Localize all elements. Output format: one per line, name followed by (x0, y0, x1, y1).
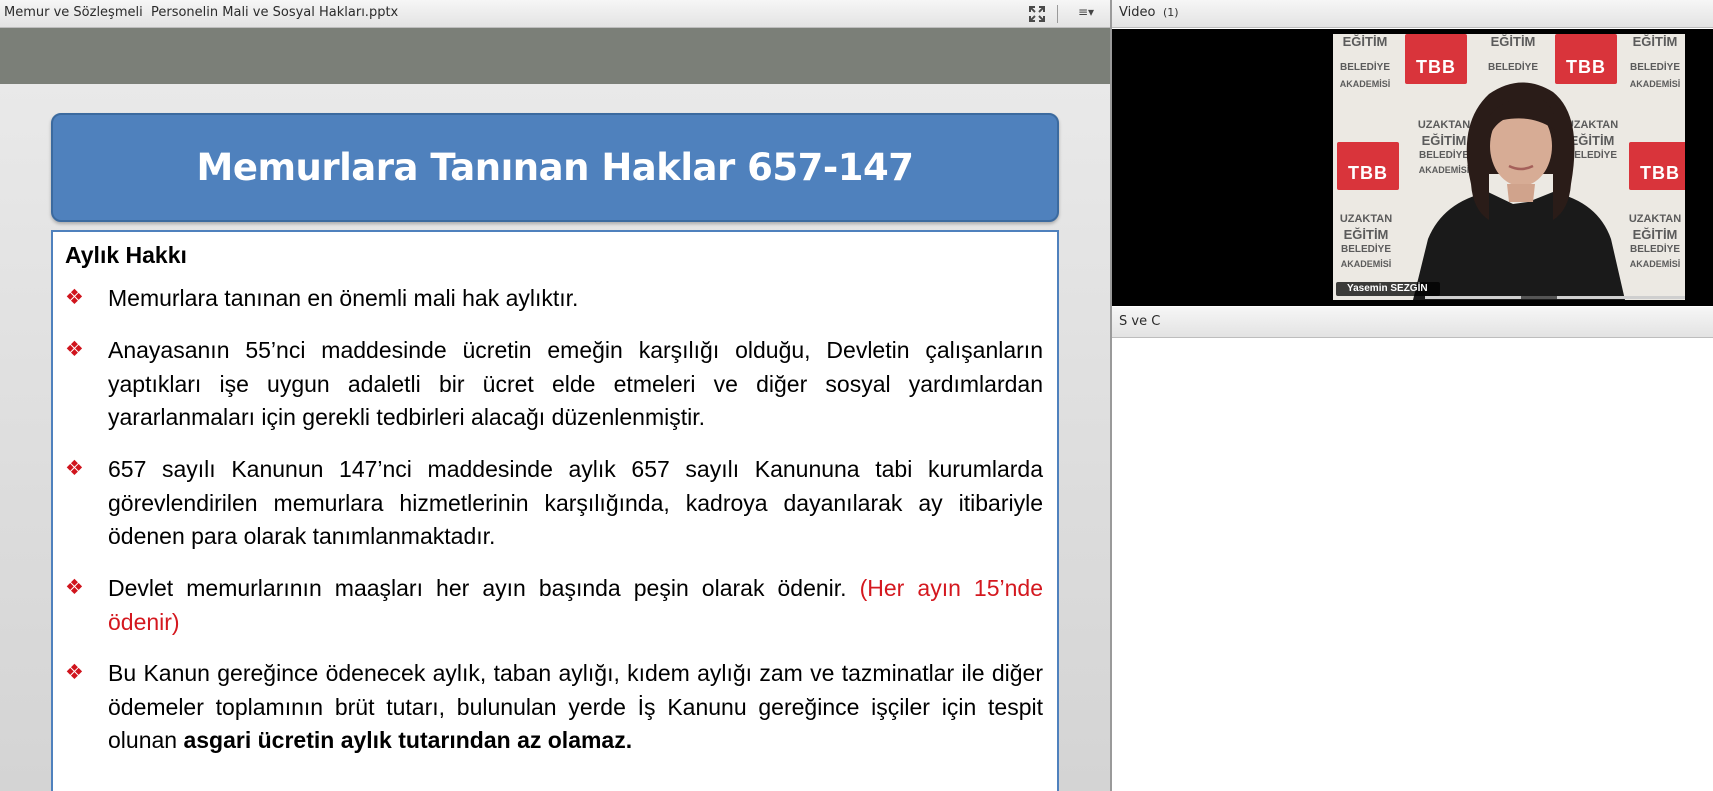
presenter-video[interactable]: TBB TBB TBB TBB EĞİTİM BELEDİYE AKADEMİS… (1333, 34, 1685, 300)
bullet-item: ❖ Anayasanın 55’nci maddesinde ücretin e… (65, 334, 1055, 435)
bullet-text: Devlet memurlarının maaşları her ayın ba… (108, 572, 1043, 639)
presentation-pane: Memur ve Sözleşmeli Personelin Mali ve S… (0, 0, 1110, 791)
bullet-item: ❖ 657 sayılı Kanunun 147’nci maddesinde … (65, 453, 1055, 554)
bullet-text: 657 sayılı Kanunun 147’nci maddesinde ay… (108, 456, 1043, 549)
slide-top-band (0, 28, 1110, 84)
bullet-marker-icon: ❖ (65, 575, 84, 599)
video-pane-header: Video (1) (1112, 0, 1713, 28)
bullet-marker-icon: ❖ (65, 285, 84, 309)
header-separator (1057, 5, 1058, 23)
file-title: Memur ve Sözleşmeli Personelin Mali ve S… (4, 5, 399, 20)
bullet-item: ❖ Bu Kanun gereğince ödenecek aylık, tab… (65, 657, 1055, 758)
backdrop-text: UZAKTAN EĞİTİM BELEDİYE AKADEMİSİ (1339, 213, 1393, 269)
bullet-text: Anayasanın 55’nci maddesinde ücretin eme… (108, 337, 1043, 430)
hamburger-menu-icon[interactable]: ≡▾ (1078, 5, 1094, 19)
qa-pane-label: S ve C (1119, 314, 1161, 329)
backdrop-text: EĞİTİM BELEDİYE AKADEMİSİ (1339, 34, 1391, 89)
fullscreen-icon[interactable] (1028, 5, 1046, 23)
video-progress-strip (1425, 296, 1685, 299)
slide-title: Memurlara Tanınan Haklar 657-147 (196, 146, 914, 189)
bullet-marker-icon: ❖ (65, 456, 84, 480)
video-participant-count: (1) (1163, 6, 1179, 19)
bullet-marker-icon: ❖ (65, 660, 84, 684)
qa-pane-header: S ve C (1112, 307, 1713, 338)
presentation-header: Memur ve Sözleşmeli Personelin Mali ve S… (0, 0, 1110, 28)
video-pane-label: Video (1119, 5, 1156, 20)
bullet-text: Memurlara tanınan en önemli mali hak ayl… (108, 285, 579, 311)
presenter-name-tag: Yasemin SEZGİN (1336, 282, 1440, 296)
section-title: Aylık Hakkı (65, 242, 187, 268)
bullet-marker-icon: ❖ (65, 337, 84, 361)
tbb-logo-tile: TBB (1337, 142, 1399, 190)
bullet-text: Bu Kanun gereğince ödenecek aylık, taban… (108, 657, 1043, 758)
bullet-item: ❖ Devlet memurlarının maaşları her ayın … (65, 572, 1055, 639)
bullet-text-bold: asgari ücretin aylık tutarından az olama… (183, 727, 633, 753)
slide-title-box: Memurlara Tanınan Haklar 657-147 (51, 113, 1059, 222)
slide-content-box: Aylık Hakkı ❖ Memurlara tanınan en öneml… (51, 230, 1059, 791)
qa-pane-body[interactable] (1112, 338, 1713, 791)
presenter-figure (1413, 82, 1625, 300)
bullet-text-main: Devlet memurlarının maaşları her ayın ba… (108, 575, 860, 601)
bullet-item: ❖ Memurlara tanınan en önemli mali hak a… (65, 282, 1055, 316)
